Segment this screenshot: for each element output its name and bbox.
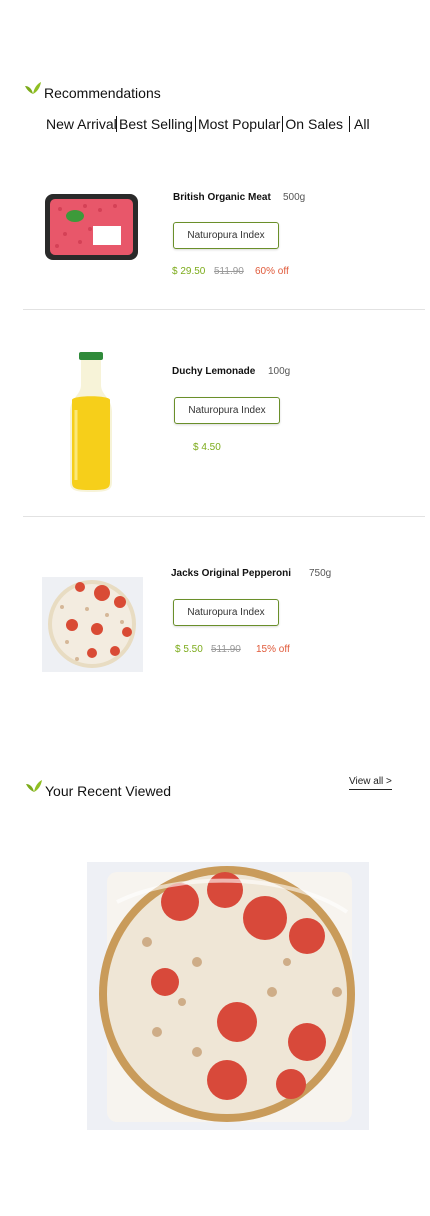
lemonade-bottle-image[interactable]: [66, 350, 116, 495]
divider: [23, 516, 425, 517]
product-price: $ 4.50: [193, 442, 221, 453]
tab-new-arrivals[interactable]: New Arrivals: [46, 116, 116, 132]
leaf-icon: [24, 81, 42, 95]
product-discount: 60% off: [255, 266, 289, 277]
naturopura-index-button[interactable]: Naturopura Index: [173, 599, 279, 626]
product-price: $ 29.50: [172, 266, 206, 277]
category-tabs: New Arrivals Best Selling Most Popular O…: [46, 116, 372, 132]
view-all-link[interactable]: View all >: [349, 776, 392, 790]
leaf-icon: [25, 779, 43, 793]
product-discount: 15% off: [256, 644, 290, 655]
product-price: $ 5.50: [175, 644, 203, 655]
naturopura-index-button[interactable]: Naturopura Index: [173, 222, 279, 249]
product-weight: 100g: [268, 366, 291, 377]
pepperoni-pizza-image[interactable]: [42, 577, 143, 672]
meat-tray-image[interactable]: [45, 194, 138, 260]
recommendations-title: Recommendations: [44, 85, 161, 101]
tab-most-popular[interactable]: Most Popular: [194, 116, 282, 132]
recent-viewed-title: Your Recent Viewed: [45, 783, 172, 799]
recent-pizza-image[interactable]: [87, 862, 369, 1130]
product-name[interactable]: Jacks Original Pepperoni: [171, 568, 291, 579]
product-weight: 750g: [309, 568, 332, 579]
naturopura-index-button[interactable]: Naturopura Index: [174, 397, 280, 424]
product-old-price: 511.90: [211, 644, 241, 655]
product-weight: 500g: [283, 192, 306, 203]
tab-on-sales[interactable]: On Sales: [282, 116, 345, 132]
divider: [23, 309, 425, 310]
tab-all[interactable]: All: [349, 116, 372, 132]
product-name[interactable]: British Organic Meat: [173, 192, 271, 203]
product-old-price: 511.90: [214, 266, 244, 277]
product-name[interactable]: Duchy Lemonade: [172, 366, 255, 377]
tab-best-selling[interactable]: Best Selling: [116, 116, 195, 132]
